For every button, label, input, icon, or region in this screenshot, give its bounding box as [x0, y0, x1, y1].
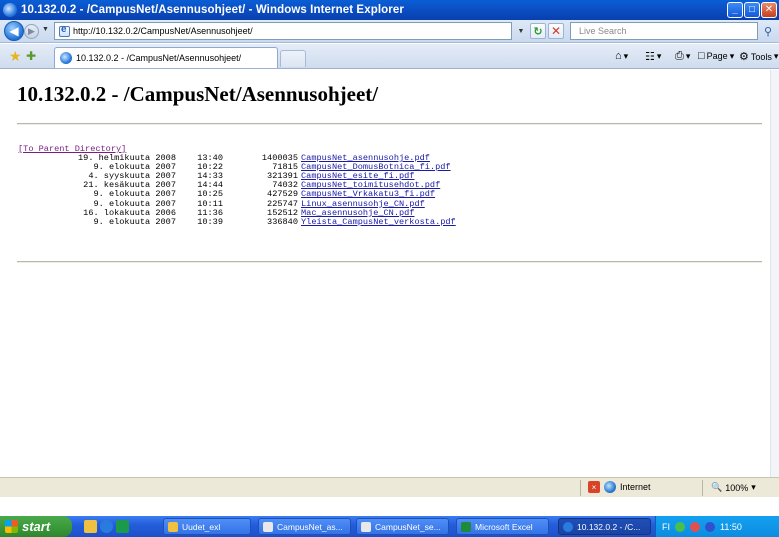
zoom-level: 100% [725, 482, 749, 493]
document-icon [263, 521, 273, 532]
start-label: start [22, 519, 51, 534]
print-button[interactable]: ⎙ ▾ [675, 50, 690, 63]
windows-logo-icon [5, 520, 18, 533]
vertical-scrollbar[interactable] [770, 70, 779, 477]
task-campusnet-as[interactable]: CampusNet_as... [258, 518, 351, 535]
document-icon [361, 521, 371, 532]
page-content: 10.132.0.2 - /CampusNet/Asennusohjeet/ [… [0, 70, 770, 477]
minimize-button[interactable]: _ [727, 2, 743, 18]
stop-button[interactable]: ✕ [548, 23, 564, 39]
feeds-icon: ☷ [645, 51, 655, 63]
add-favorites-icon[interactable]: ✚ [26, 49, 36, 63]
page-icon [59, 24, 70, 37]
feeds-button[interactable]: ☷ ▾ [645, 50, 661, 63]
ie-icon [563, 521, 573, 532]
file-date: 9. elokuuta 2007 [93, 216, 176, 227]
search-input[interactable]: Live Search [570, 22, 758, 40]
protected-mode-icon: × [588, 481, 600, 493]
printer-icon: ⎙ [675, 50, 684, 62]
page-menu-icon: □ [698, 50, 705, 62]
network-icon[interactable] [675, 521, 685, 532]
zone-label: Internet [620, 482, 651, 492]
title-bar: 10.132.0.2 - /CampusNet/Asennusohjeet/ -… [0, 0, 779, 20]
close-button[interactable]: ✕ [761, 2, 777, 18]
file-list: 19. helmikuuta 2008 13:40 1400035 CampusNet… [18, 153, 456, 227]
folder-icon [168, 521, 178, 532]
address-url[interactable]: http://10.132.0.2/CampusNet/Asennusohjee… [73, 26, 253, 36]
start-button[interactable]: start [0, 516, 72, 537]
new-tab-button[interactable] [280, 50, 306, 67]
tab-current[interactable]: 10.132.0.2 - /CampusNet/Asennusohjeet/ [54, 47, 278, 68]
language-indicator[interactable]: FI [662, 522, 670, 532]
ie-logo-icon [3, 3, 17, 17]
tools-menu[interactable]: ⚙ Tools ▾ [739, 50, 778, 63]
zoom-control[interactable]: 🔍 100% ▾ [711, 482, 756, 493]
file-name-cell: Yleista_CampusNet_verkosta.pdf [298, 217, 456, 227]
window-title: 10.132.0.2 - /CampusNet/Asennusohjeet/ -… [21, 4, 404, 16]
status-separator [580, 480, 581, 496]
tab-label: 10.132.0.2 - /CampusNet/Asennusohjeet/ [76, 53, 242, 63]
recent-pages-dropdown[interactable]: ▼ [42, 26, 49, 33]
ie-quicklaunch-icon[interactable] [100, 520, 113, 533]
excel-icon [461, 521, 471, 532]
page-heading: 10.132.0.2 - /CampusNet/Asennusohjeet/ [17, 82, 379, 106]
tab-bar: ★ ✚ 10.132.0.2 - /CampusNet/Asennusohjee… [0, 44, 779, 69]
address-dropdown-button[interactable]: ▼ [515, 23, 527, 39]
security-zone[interactable]: × Internet [588, 481, 651, 493]
page-menu[interactable]: □ Page ▾ [698, 50, 734, 62]
taskbar: start Uudet_exl CampusNet_as... CampusNe… [0, 516, 779, 537]
address-field[interactable]: http://10.132.0.2/CampusNet/Asennusohjee… [54, 22, 512, 40]
volume-icon[interactable] [705, 521, 715, 532]
show-desktop-icon[interactable] [84, 520, 97, 533]
divider [17, 261, 762, 263]
refresh-button[interactable]: ↻ [530, 23, 546, 39]
clock[interactable]: 11:50 [720, 522, 742, 532]
back-button[interactable]: ◀ [4, 21, 24, 41]
window-controls: _ □ ✕ [727, 2, 777, 18]
ie-page-icon [60, 52, 72, 64]
home-button[interactable]: ⌂ ▾ [615, 50, 628, 62]
home-icon: ⌂ [615, 50, 622, 62]
address-bar-row: ◀ ▶ ▼ http://10.132.0.2/CampusNet/Asennu… [0, 20, 779, 43]
file-link[interactable]: Yleista_CampusNet_verkosta.pdf [301, 217, 456, 227]
globe-icon [604, 481, 616, 493]
maximize-button[interactable]: □ [744, 2, 760, 18]
task-campusnet-se[interactable]: CampusNet_se... [356, 518, 449, 535]
task-internet-explorer[interactable]: 10.132.0.2 - /C... [558, 518, 651, 535]
file-time: 10:39 [197, 216, 223, 227]
chevron-down-icon: ▾ [751, 482, 756, 492]
security-icon[interactable] [690, 521, 700, 532]
media-quicklaunch-icon[interactable] [116, 520, 129, 533]
forward-button[interactable]: ▶ [24, 24, 39, 39]
search-icon[interactable]: ⚲ [760, 23, 776, 39]
directory-listing: [To Parent Directory] 19. helmikuuta 200… [18, 144, 456, 227]
list-item: 9. elokuuta 2007 10:39 336840 Yleista_Campu… [18, 216, 456, 227]
file-size: 336840 [267, 216, 298, 227]
task-microsoft-excel[interactable]: Microsoft Excel [456, 518, 549, 535]
system-tray: FI 11:50 [655, 516, 779, 537]
divider [17, 123, 762, 125]
status-separator [702, 480, 703, 496]
favorites-star-icon[interactable]: ★ [9, 48, 22, 65]
gear-icon: ⚙ [739, 51, 749, 63]
status-bar: × Internet 🔍 100% ▾ [0, 477, 779, 497]
task-uudet-exl[interactable]: Uudet_exl [163, 518, 251, 535]
zoom-icon: 🔍 [711, 482, 723, 492]
